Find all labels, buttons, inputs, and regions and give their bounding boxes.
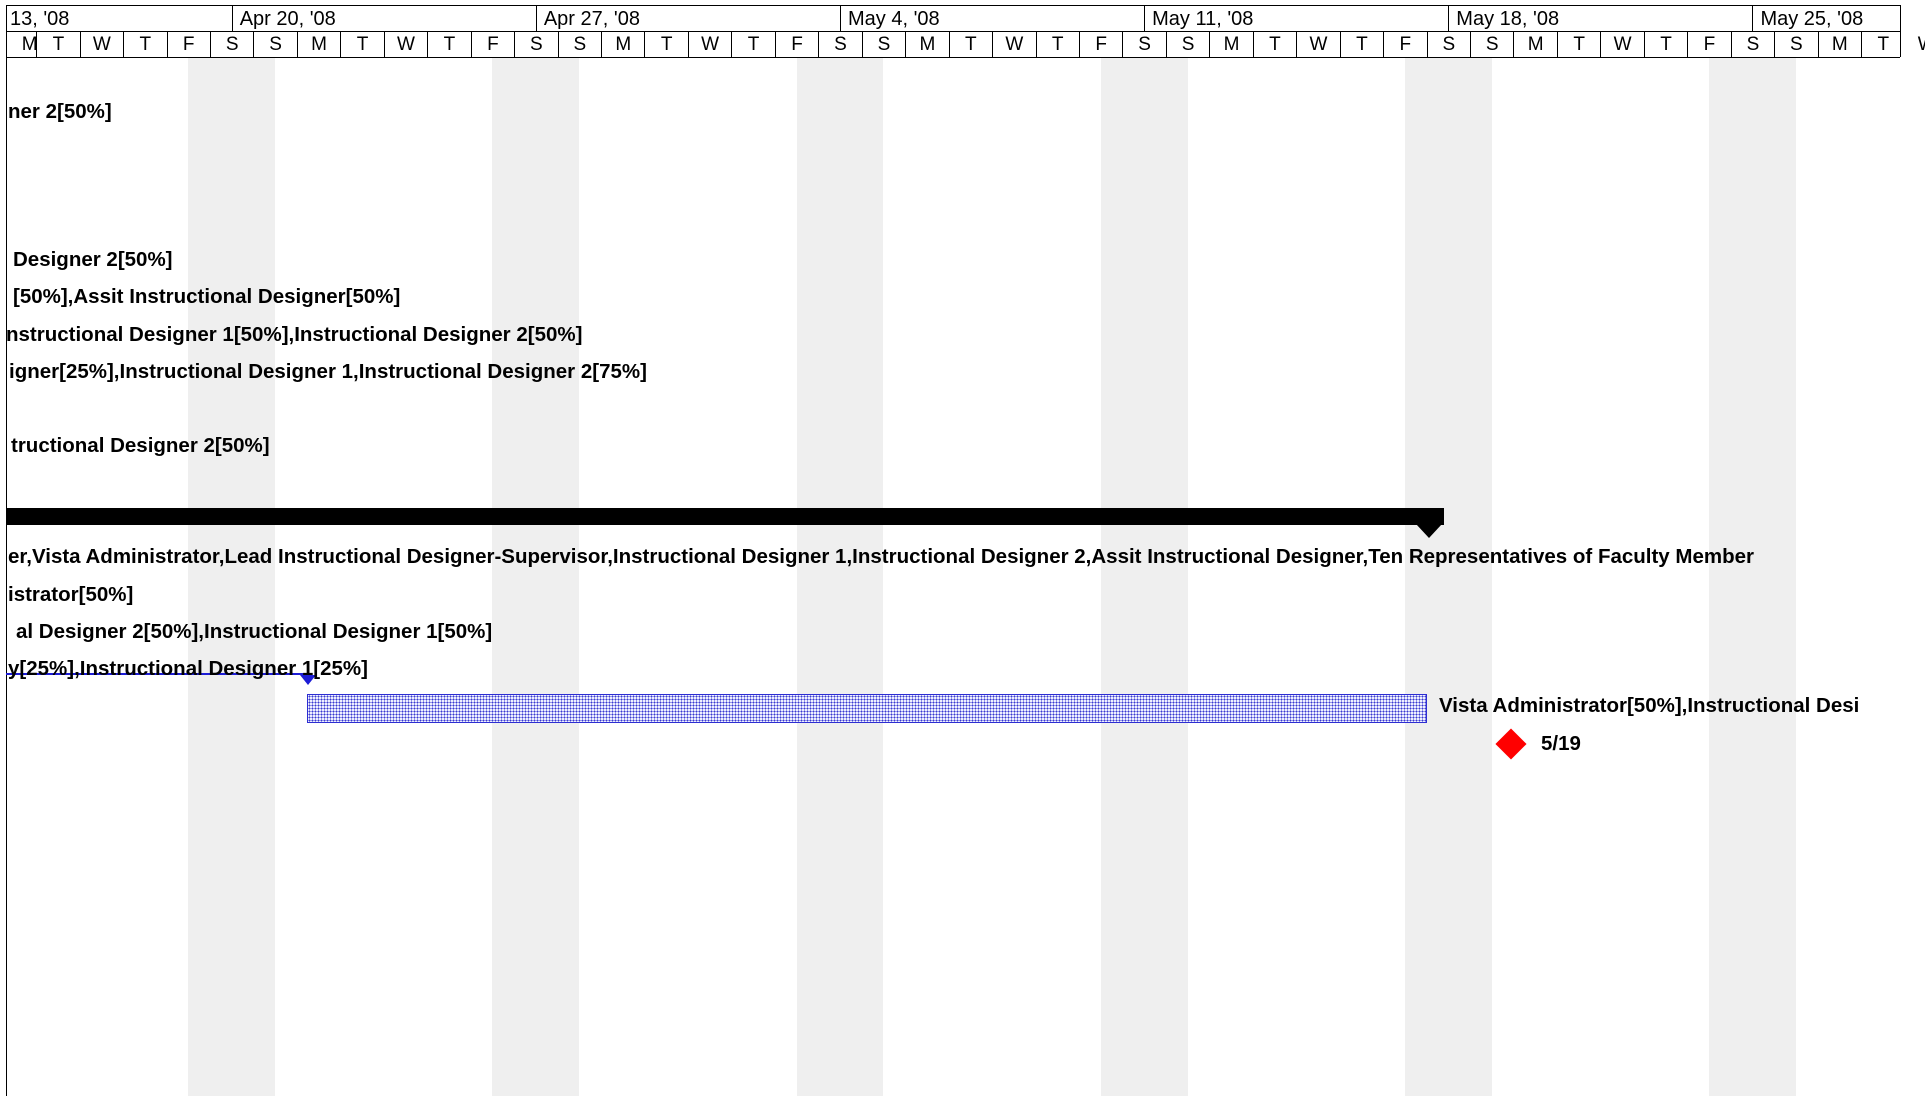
day-label: S <box>1485 34 1499 55</box>
week-separator <box>1752 5 1754 32</box>
day-label: S <box>573 34 587 55</box>
day-label: M <box>919 34 936 55</box>
day-label: F <box>487 34 499 55</box>
task-bar[interactable] <box>307 694 1427 723</box>
resource-label: igner[25%],Instructional Designer 1,Inst… <box>9 360 647 383</box>
day-label: T <box>139 34 152 55</box>
resource-label: al Designer 2[50%],Instructional Designe… <box>16 620 493 643</box>
day-label: T <box>1269 34 1281 55</box>
week-separator <box>535 5 537 32</box>
resource-label: er,Vista Administrator,Lead Instructiona… <box>8 545 1755 568</box>
day-label: M <box>615 34 632 55</box>
day-label: S <box>530 34 543 55</box>
week-label: May 25, '08 <box>1760 8 1864 30</box>
day-label: T <box>1356 34 1368 55</box>
day-label: M <box>1831 34 1848 55</box>
frame-top <box>6 5 1900 6</box>
day-label: S <box>1138 34 1151 55</box>
resource-label: y[25%],Instructional Designer 1[25%] <box>8 657 368 680</box>
weekend-column <box>1709 58 1796 1096</box>
week-separator <box>1144 5 1146 32</box>
day-label: M <box>1527 34 1544 55</box>
week-label: Apr 20, '08 <box>239 8 336 30</box>
day-label: T <box>52 34 65 55</box>
day-label: F <box>791 34 803 55</box>
weekend-column <box>796 58 884 1096</box>
milestone-diamond-icon[interactable] <box>1495 728 1527 760</box>
day-label: T <box>1051 34 1064 55</box>
day-label: S <box>877 34 891 55</box>
week-label: Apr 27, '08 <box>543 8 640 30</box>
resource-label: Vista Administrator[50%],Instructional D… <box>1439 694 1860 717</box>
day-label: W <box>701 34 720 55</box>
weekend-column <box>1404 58 1492 1096</box>
resource-label: nstructional Designer 1[50%],Instruction… <box>6 323 583 346</box>
day-label: T <box>1573 34 1585 55</box>
weekend-column <box>1100 58 1188 1096</box>
week-separator <box>1448 5 1450 32</box>
resource-label: [50%],Assit Instructional Designer[50%] <box>13 285 401 308</box>
weekend-column <box>492 58 580 1096</box>
day-label: W <box>397 34 415 55</box>
day-label: F <box>182 34 195 55</box>
weekend-column <box>188 58 276 1096</box>
day-label: S <box>834 34 847 55</box>
week-label: May 4, '08 <box>848 8 940 30</box>
day-label: S <box>1746 34 1760 55</box>
week-label: 13, '08 <box>10 8 70 30</box>
day-label: S <box>269 34 282 55</box>
day-label: S <box>1181 34 1195 55</box>
day-label: S <box>1790 34 1803 55</box>
day-label: M <box>311 34 327 55</box>
resource-label: istrator[50%] <box>8 583 134 606</box>
day-label: T <box>356 34 369 55</box>
summary-bar-end-marker <box>1416 524 1442 538</box>
frame-left <box>6 5 7 1096</box>
gantt-chart: 13, '08 Apr 20, '08 Apr 27, '08 May 4, '08 M… <box>0 0 1925 1096</box>
day-label: W <box>1309 34 1328 55</box>
day-label: T <box>443 34 456 55</box>
day-label: W <box>92 34 111 55</box>
day-label: T <box>747 34 760 55</box>
day-label: W <box>1905 34 1925 56</box>
milestone-date-label: 5/19 <box>1541 732 1581 755</box>
day-label: T <box>660 34 673 55</box>
day-label: W <box>1613 34 1632 55</box>
day-label: W <box>1005 34 1024 55</box>
day-label: F <box>1399 34 1412 55</box>
day-label: F <box>1095 34 1107 55</box>
resource-label: tructional Designer 2[50%] <box>11 434 270 457</box>
header-bottom <box>6 57 1900 58</box>
resource-label: ner 2[50%] <box>8 100 112 123</box>
day-label: M <box>1223 34 1240 55</box>
week-separator <box>840 5 841 32</box>
resource-label: Designer 2[50%] <box>13 248 173 271</box>
day-label: F <box>1703 34 1716 55</box>
day-label: S <box>1442 34 1456 55</box>
day-label: S <box>225 34 239 55</box>
day-label: T <box>1877 34 1890 55</box>
tier-sep <box>6 31 1900 32</box>
week-separator <box>231 5 233 32</box>
day-label: T <box>1660 34 1672 55</box>
week-label: May 11, '08 <box>1152 8 1254 30</box>
day-label: T <box>965 34 977 55</box>
week-label: May 18, '08 <box>1456 8 1560 30</box>
summary-task-bar[interactable] <box>6 508 1444 525</box>
